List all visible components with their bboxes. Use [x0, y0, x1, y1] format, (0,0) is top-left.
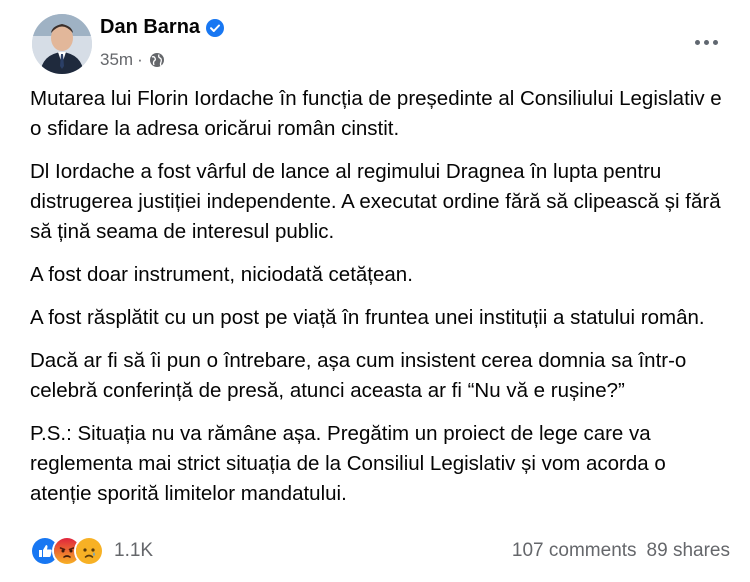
facebook-post: Dan Barna 35m · Mutarea lui Florin Iorda…	[0, 0, 750, 582]
post-body: Mutarea lui Florin Iordache în funcția d…	[30, 84, 726, 522]
verified-badge-icon	[206, 18, 225, 37]
post-paragraph: A fost doar instrument, niciodată cetățe…	[30, 263, 413, 286]
shares-count[interactable]: 89 shares	[647, 540, 730, 562]
sad-reaction-icon	[74, 536, 104, 566]
reactions-count[interactable]: 1.1K	[114, 540, 153, 562]
more-options-icon	[712, 39, 718, 45]
meta-separator: ·	[137, 50, 143, 69]
comments-count[interactable]: 107 comments	[512, 540, 637, 562]
post-paragraph: Mutarea lui Florin Iordache în funcția d…	[30, 87, 722, 140]
globe-icon[interactable]	[149, 52, 165, 68]
author-name[interactable]: Dan Barna	[100, 16, 200, 39]
author-avatar[interactable]	[32, 14, 92, 74]
post-header: Dan Barna 35m ·	[32, 14, 734, 76]
post-paragraph: Dl Iordache a fost vârful de lance al re…	[30, 160, 721, 243]
post-timestamp[interactable]: 35m	[100, 50, 133, 70]
more-options-icon	[703, 39, 709, 45]
post-paragraph: A fost răsplătit cu un post pe viață în …	[30, 306, 705, 329]
avatar-image	[32, 14, 92, 74]
post-paragraph: Dacă ar fi să îi pun o întrebare, așa cu…	[30, 349, 687, 402]
engagement-stats: 107 comments 89 shares	[512, 540, 730, 562]
post-footer: 1.1K 107 comments 89 shares	[30, 533, 730, 569]
post-paragraph: P.S.: Situația nu va rămâne așa. Pregăti…	[30, 422, 666, 505]
author-line: Dan Barna	[100, 16, 225, 39]
more-options-icon	[694, 39, 700, 45]
post-meta: 35m ·	[100, 50, 165, 70]
reactions-summary[interactable]: 1.1K	[30, 536, 153, 566]
more-options-button[interactable]	[686, 30, 726, 54]
